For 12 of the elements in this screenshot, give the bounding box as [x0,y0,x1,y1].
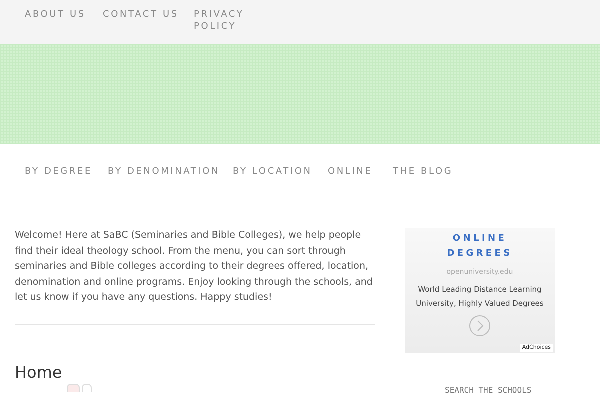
nav-link[interactable]: ABOUT US [25,9,103,21]
page-title: Home [15,362,62,382]
nav-link[interactable]: PRIVACY POLICY [194,9,284,33]
nav-link[interactable]: BY DENOMINATION [108,166,233,178]
nav-link[interactable]: ONLINE [328,166,393,178]
nav-link[interactable]: THE BLOG [393,166,463,178]
nav-link[interactable]: BY DEGREE [25,166,108,178]
nav-link[interactable]: BY LOCATION [233,166,328,178]
nav-link[interactable]: CONTACT US [103,9,194,21]
intro-paragraph: Welcome! Here at SaBC (Seminaries and Bible Colleges), we help people find their ideal theology school. From the menu, you can sort through seminaries and Bible colleges according to their degrees offered, location, denomination and online programs. Enjoy looking through the schools, and let us know if you have any questions. Happy studies! [15,228,375,324]
sidebar-heading: SEARCH THE SCHOOLS [445,385,532,397]
ad-title: ONLINE DEGREES [446,233,514,261]
